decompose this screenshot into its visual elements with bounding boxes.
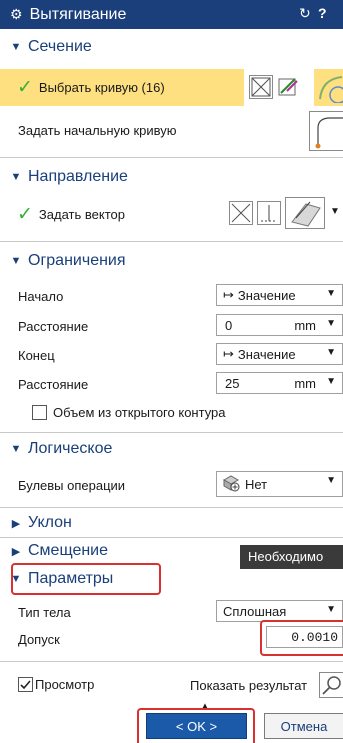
end-value: Значение [237,346,296,362]
start-curve-icon[interactable] [309,111,343,151]
collapse-triangle-icon: ▼ [10,171,22,183]
chevron-down-icon[interactable]: ▼ [330,206,340,217]
preview-checkbox[interactable] [18,676,33,692]
open-profile-label: Объем из открытого контура [53,404,226,420]
sketch-section-icon[interactable] [249,75,273,99]
annotation-highlight-tolerance [260,620,343,656]
chevron-down-icon: ▼ [326,475,336,486]
distance2-input[interactable]: 25 mm ▼ [216,372,343,394]
curve-edit-icon[interactable] [277,75,301,99]
dialog-title: Вытягивание [29,5,127,23]
arrow-right-icon: ↦ [223,346,234,361]
select-curve-label: Выбрать кривую (16) [38,80,165,95]
boolean-label: Булевы операции [18,477,126,493]
body-type-label: Тип тела [18,604,71,620]
cancel-button[interactable]: Отмена [264,713,343,739]
open-profile-row[interactable]: Объем из открытого контура [0,401,343,423]
boolean-none-icon [221,474,241,495]
open-profile-checkbox[interactable] [32,404,47,420]
collapse-triangle-icon: ▼ [10,255,22,267]
distance2-unit: mm [294,375,316,391]
reset-icon[interactable]: ↻ [299,5,311,22]
tooltip: Необходимо [240,545,343,569]
preview-label: Просмотр [35,676,95,692]
section-header-draft[interactable]: ▶ Уклон [0,511,343,535]
divider [0,661,343,662]
distance2-label: Расстояние [18,376,89,392]
end-select[interactable]: ↦ Значение ▼ [216,343,343,365]
vector-axis-icon[interactable] [257,201,281,225]
ok-button[interactable]: < OK > [146,713,247,739]
vector-dropdown-icon[interactable] [285,197,325,229]
check-icon: ✓ [17,203,33,225]
annotation-highlight-settings [11,563,161,595]
expand-triangle-icon: ▶ [11,545,21,558]
set-vector-label: Задать вектор [38,206,125,222]
help-icon[interactable]: ? [318,5,327,21]
divider [0,241,343,242]
end-label: Конец [18,347,55,363]
start-curve-row[interactable]: Задать начальную кривую [0,115,343,145]
dialog-title-bar: ⚙ Вытягивание ↻ ? [0,0,343,29]
chevron-down-icon: ▼ [326,604,336,615]
tolerance-label: Допуск [18,631,60,647]
check-icon: ✓ [17,77,33,98]
chevron-down-icon: ▼ [326,376,336,387]
section-header-boolean[interactable]: ▼ Логическое [0,437,343,461]
gear-icon[interactable]: ⚙ [10,6,23,23]
show-result-label[interactable]: Показать результат [190,678,307,693]
start-label: Начало [18,288,64,304]
distance1-value: 0 [225,317,233,333]
reverse-direction-icon[interactable] [229,201,253,225]
distance1-unit: mm [294,317,316,333]
section-title: Смещение [28,542,109,559]
divider [0,157,343,158]
boolean-value: Нет [245,476,268,492]
start-value: Значение [237,287,296,303]
collapse-triangle-icon: ▼ [10,41,22,53]
section-header-section[interactable]: ▼ Сечение [0,35,343,59]
start-select[interactable]: ↦ Значение ▼ [216,284,343,306]
distance1-input[interactable]: 0 mm ▼ [216,314,343,336]
start-curve-label: Задать начальную кривую [18,122,177,138]
boolean-select[interactable]: Нет ▼ [216,471,343,497]
section-title: Уклон [28,514,72,531]
chevron-down-icon: ▼ [326,318,336,329]
chevron-down-icon: ▼ [326,288,336,299]
expand-triangle-icon: ▶ [11,517,21,530]
arrow-right-icon: ↦ [223,287,234,302]
body-type-select[interactable]: Сплошная ▼ [216,600,343,622]
body-type-value: Сплошная [223,603,287,619]
distance1-label: Расстояние [18,318,89,334]
dialog-body: ▼ Сечение ✓ Выбрать кривую (16) Задать н… [0,29,343,743]
section-title: Сечение [28,38,92,55]
section-header-limits[interactable]: ▼ Ограничения [0,249,343,273]
section-header-direction[interactable]: ▼ Направление [0,165,343,189]
divider [0,507,343,508]
section-title: Логическое [28,440,113,457]
section-title: Направление [28,168,128,185]
distance2-value: 25 [225,375,240,391]
section-title: Ограничения [28,252,126,269]
divider [0,537,343,538]
magnifier-icon[interactable] [319,672,343,698]
collapse-triangle-icon: ▼ [10,443,22,455]
chevron-down-icon: ▼ [326,347,336,358]
divider [0,432,343,433]
curve-rule-icon[interactable] [316,73,343,104]
